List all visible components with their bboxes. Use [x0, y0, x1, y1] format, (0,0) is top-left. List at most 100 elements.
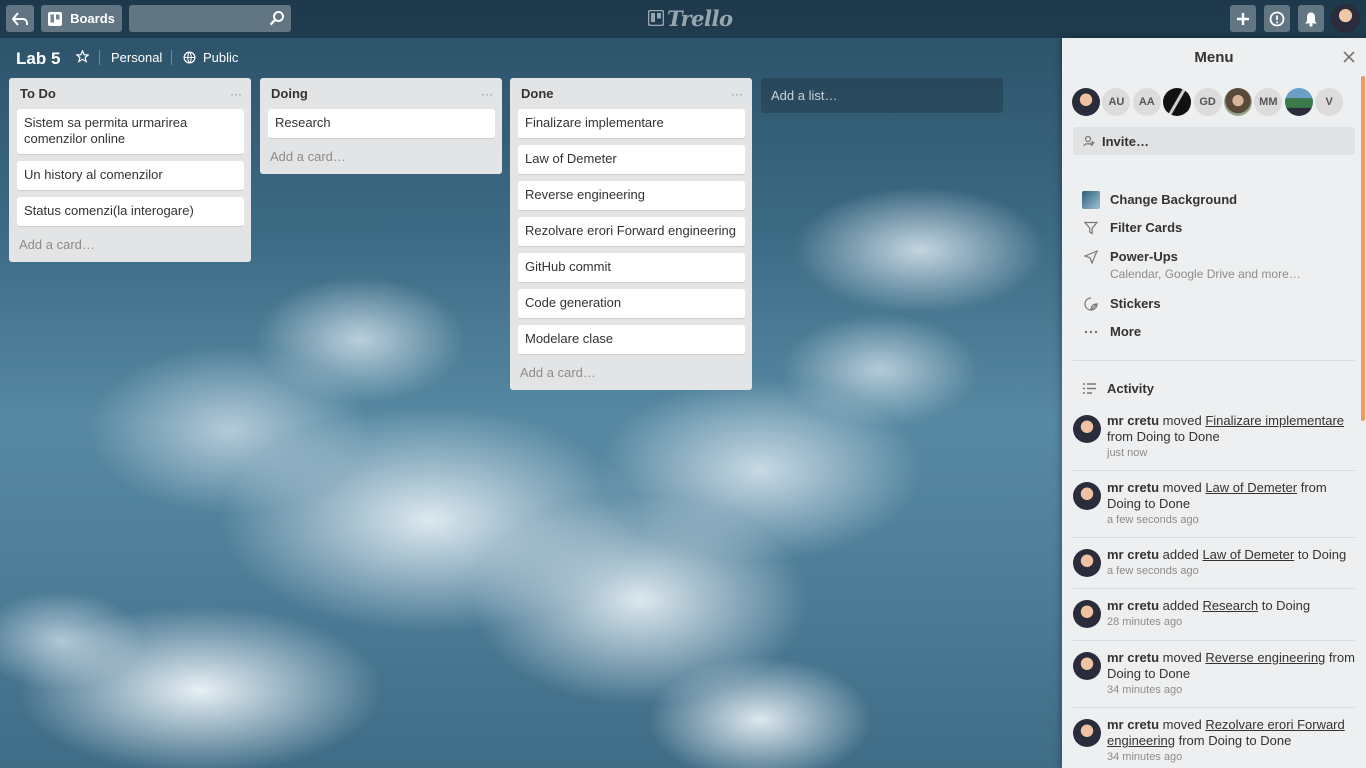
- list-title[interactable]: Doing: [271, 86, 308, 101]
- activity-item: mr cretu moved Finalizare implementare f…: [1073, 413, 1355, 461]
- card[interactable]: Modelare clase: [518, 325, 745, 355]
- activity-user[interactable]: mr cretu: [1107, 547, 1159, 562]
- activity-divider: [1073, 537, 1355, 538]
- menu-title: Menu: [1194, 49, 1234, 66]
- card[interactable]: Finalizare implementare: [518, 109, 745, 139]
- info-button[interactable]: [1264, 5, 1290, 32]
- activity-time[interactable]: a few seconds ago: [1107, 563, 1355, 579]
- member-avatar[interactable]: MM: [1254, 88, 1283, 116]
- search-input[interactable]: [129, 5, 259, 32]
- close-icon[interactable]: [1342, 50, 1356, 64]
- board-title[interactable]: Lab 5: [16, 49, 60, 69]
- list-header[interactable]: Doing ···: [268, 78, 495, 109]
- card[interactable]: Rezolvare erori Forward engineering: [518, 217, 745, 247]
- trello-logo[interactable]: Trello: [648, 6, 733, 31]
- activity-card-link[interactable]: Research: [1202, 598, 1258, 613]
- boards-label: Boards: [70, 11, 115, 26]
- header-divider: [171, 50, 172, 65]
- activity-time[interactable]: just now: [1107, 445, 1355, 461]
- list-menu-icon[interactable]: ···: [230, 87, 242, 101]
- member-avatar-photo[interactable]: [1284, 88, 1313, 116]
- member-avatar[interactable]: AA: [1132, 88, 1161, 116]
- list-menu-icon[interactable]: ···: [481, 87, 493, 101]
- add-card-button[interactable]: Add a card…: [17, 233, 244, 262]
- card[interactable]: Law of Demeter: [518, 145, 745, 175]
- card[interactable]: Reverse engineering: [518, 181, 745, 211]
- list-header[interactable]: Done ···: [518, 78, 745, 109]
- activity-avatar[interactable]: [1073, 600, 1101, 628]
- activity-avatar[interactable]: [1073, 719, 1101, 747]
- notifications-button[interactable]: [1298, 5, 1324, 32]
- activity-detail: to Doing: [1261, 598, 1311, 613]
- list-title[interactable]: Done: [521, 86, 554, 101]
- top-header: Boards Trello: [0, 0, 1366, 38]
- activity-card-link[interactable]: Reverse engineering: [1205, 650, 1325, 665]
- member-avatar-photo[interactable]: [1072, 88, 1100, 116]
- activity-user[interactable]: mr cretu: [1107, 413, 1159, 428]
- member-avatar[interactable]: V: [1315, 88, 1344, 116]
- activity-avatar[interactable]: [1073, 549, 1101, 577]
- star-icon[interactable]: [76, 50, 89, 63]
- activity-user[interactable]: mr cretu: [1107, 717, 1159, 732]
- board-team[interactable]: Personal: [111, 50, 162, 65]
- menu-item-stickers[interactable]: Stickers: [1082, 295, 1161, 313]
- search-box[interactable]: [129, 5, 291, 32]
- list-title[interactable]: To Do: [20, 86, 56, 101]
- sticker-icon: [1084, 297, 1098, 311]
- activity-time[interactable]: a few seconds ago: [1107, 512, 1355, 528]
- menu-item-filter-cards[interactable]: Filter Cards: [1082, 219, 1182, 237]
- activity-time[interactable]: 34 minutes ago: [1107, 682, 1355, 698]
- menu-item-subtitle: Calendar, Google Drive and more…: [1110, 267, 1301, 281]
- list-done: Done ··· Finalizare implementare Law of …: [510, 78, 752, 390]
- card[interactable]: Status comenzi(la interogare): [17, 197, 244, 227]
- activity-avatar[interactable]: [1073, 652, 1101, 680]
- activity-avatar[interactable]: [1073, 482, 1101, 510]
- activity-card-link[interactable]: Finalizare implementare: [1205, 413, 1344, 428]
- activity-user[interactable]: mr cretu: [1107, 650, 1159, 665]
- add-list-button[interactable]: Add a list…: [761, 78, 1003, 113]
- card[interactable]: Code generation: [518, 289, 745, 319]
- search-icon[interactable]: [269, 10, 285, 26]
- user-avatar[interactable]: [1331, 4, 1360, 33]
- globe-icon: [183, 51, 196, 64]
- card[interactable]: Un history al comenzilor: [17, 161, 244, 191]
- activity-time[interactable]: 28 minutes ago: [1107, 614, 1355, 630]
- member-avatar-photo[interactable]: [1163, 88, 1192, 116]
- member-avatar[interactable]: AU: [1102, 88, 1131, 116]
- menu-item-more[interactable]: More: [1082, 323, 1141, 341]
- plus-icon: [1237, 12, 1249, 25]
- activity-time[interactable]: 34 minutes ago: [1107, 749, 1355, 765]
- card[interactable]: GitHub commit: [518, 253, 745, 283]
- activity-title: Activity: [1107, 381, 1154, 396]
- activity-avatar[interactable]: [1073, 415, 1101, 443]
- activity-card-link[interactable]: Law of Demeter: [1205, 480, 1297, 495]
- menu-item-power-ups[interactable]: Power-Ups Calendar, Google Drive and mor…: [1082, 248, 1301, 283]
- activity-detail: from Doing to Done: [1178, 733, 1292, 748]
- sidebar-scrollbar[interactable]: [1361, 76, 1365, 421]
- board-visibility[interactable]: Public: [183, 50, 238, 65]
- add-button[interactable]: [1230, 5, 1256, 32]
- rocket-icon: [1084, 250, 1098, 264]
- activity-card-link[interactable]: Law of Demeter: [1202, 547, 1294, 562]
- activity-action: moved: [1162, 413, 1202, 428]
- back-button[interactable]: [6, 5, 34, 32]
- activity-user[interactable]: mr cretu: [1107, 598, 1159, 613]
- activity-item: mr cretu added Law of Demeter to Doing a…: [1073, 547, 1355, 579]
- list-menu-icon[interactable]: ···: [731, 87, 743, 101]
- add-card-button[interactable]: Add a card…: [268, 145, 495, 174]
- activity-detail: from Doing to Done: [1107, 429, 1220, 444]
- menu-item-change-background[interactable]: Change Background: [1082, 191, 1237, 209]
- card[interactable]: Research: [268, 109, 495, 139]
- member-avatar[interactable]: GD: [1193, 88, 1222, 116]
- member-avatar-photo[interactable]: [1223, 88, 1252, 116]
- menu-item-label: Stickers: [1110, 296, 1161, 311]
- boards-button[interactable]: Boards: [41, 5, 122, 32]
- activity-detail: to Doing: [1297, 547, 1347, 562]
- list-header[interactable]: To Do ···: [17, 78, 244, 109]
- activity-item: mr cretu added Research to Doing 28 minu…: [1073, 598, 1355, 630]
- invite-button[interactable]: Invite…: [1073, 127, 1355, 155]
- card[interactable]: Sistem sa permita urmarirea comenzilor o…: [17, 109, 244, 155]
- header-divider: [99, 50, 100, 65]
- add-card-button[interactable]: Add a card…: [518, 361, 745, 390]
- activity-user[interactable]: mr cretu: [1107, 480, 1159, 495]
